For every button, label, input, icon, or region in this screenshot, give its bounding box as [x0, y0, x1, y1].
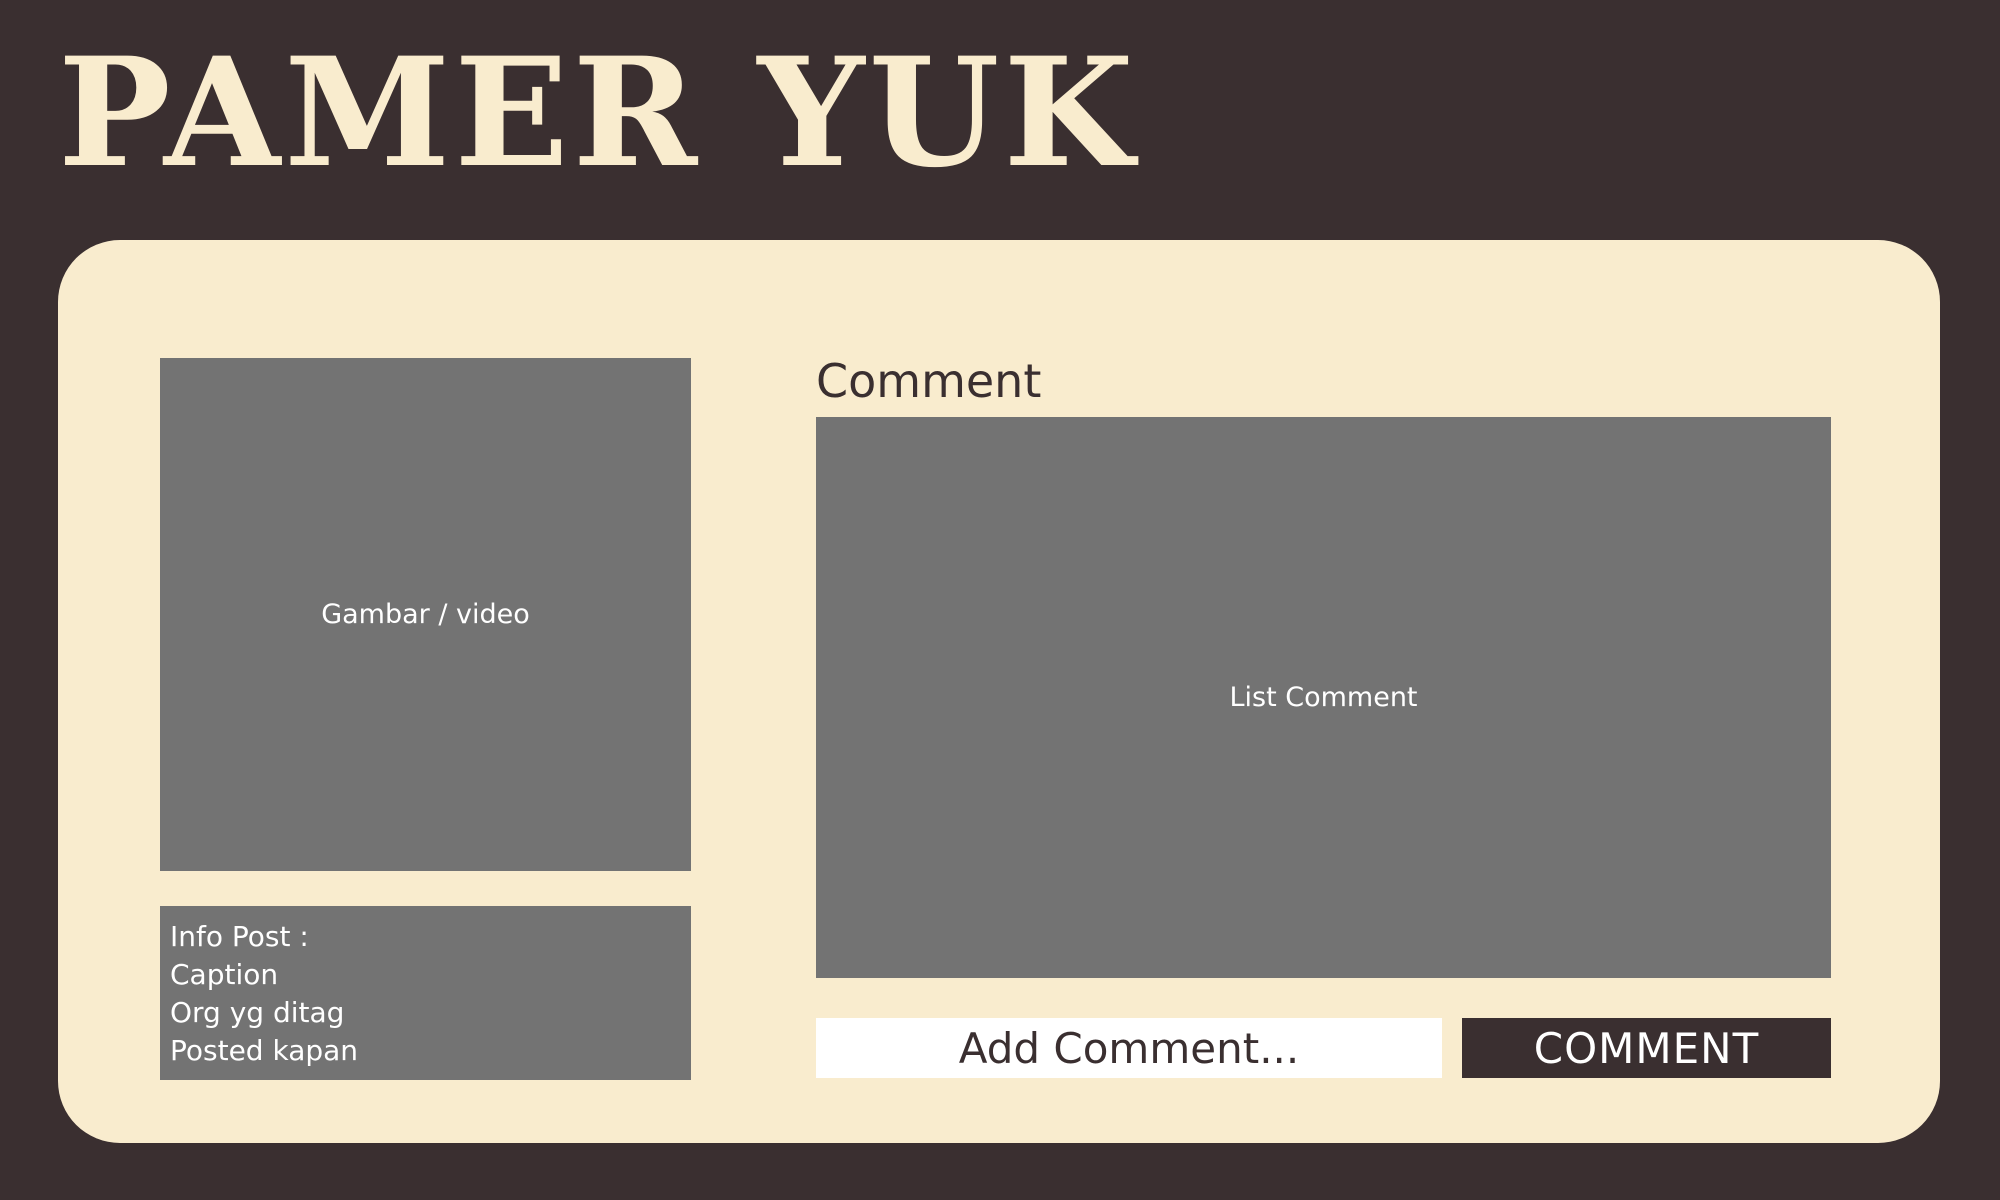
- post-timestamp: Posted kapan: [170, 1034, 359, 1067]
- app-title: PAMER YUK: [58, 25, 1138, 201]
- post-tagged-users: Org yg ditag: [170, 996, 345, 1029]
- post-info-heading: Info Post :: [170, 920, 309, 953]
- post-detail-card: Gambar / video Info Post : Caption Org y…: [58, 240, 1940, 1143]
- post-media-placeholder: Gambar / video: [321, 599, 530, 630]
- post-caption: Caption: [170, 958, 279, 991]
- post-media[interactable]: Gambar / video: [160, 358, 691, 871]
- comment-submit-button[interactable]: COMMENT: [1462, 1018, 1831, 1078]
- comment-list-placeholder: List Comment: [1229, 682, 1418, 713]
- comment-heading: Comment: [816, 354, 1042, 408]
- comment-input[interactable]: [816, 1018, 1442, 1078]
- post-info: Info Post : Caption Org yg ditag Posted …: [160, 906, 691, 1080]
- comment-list[interactable]: List Comment: [816, 417, 1831, 978]
